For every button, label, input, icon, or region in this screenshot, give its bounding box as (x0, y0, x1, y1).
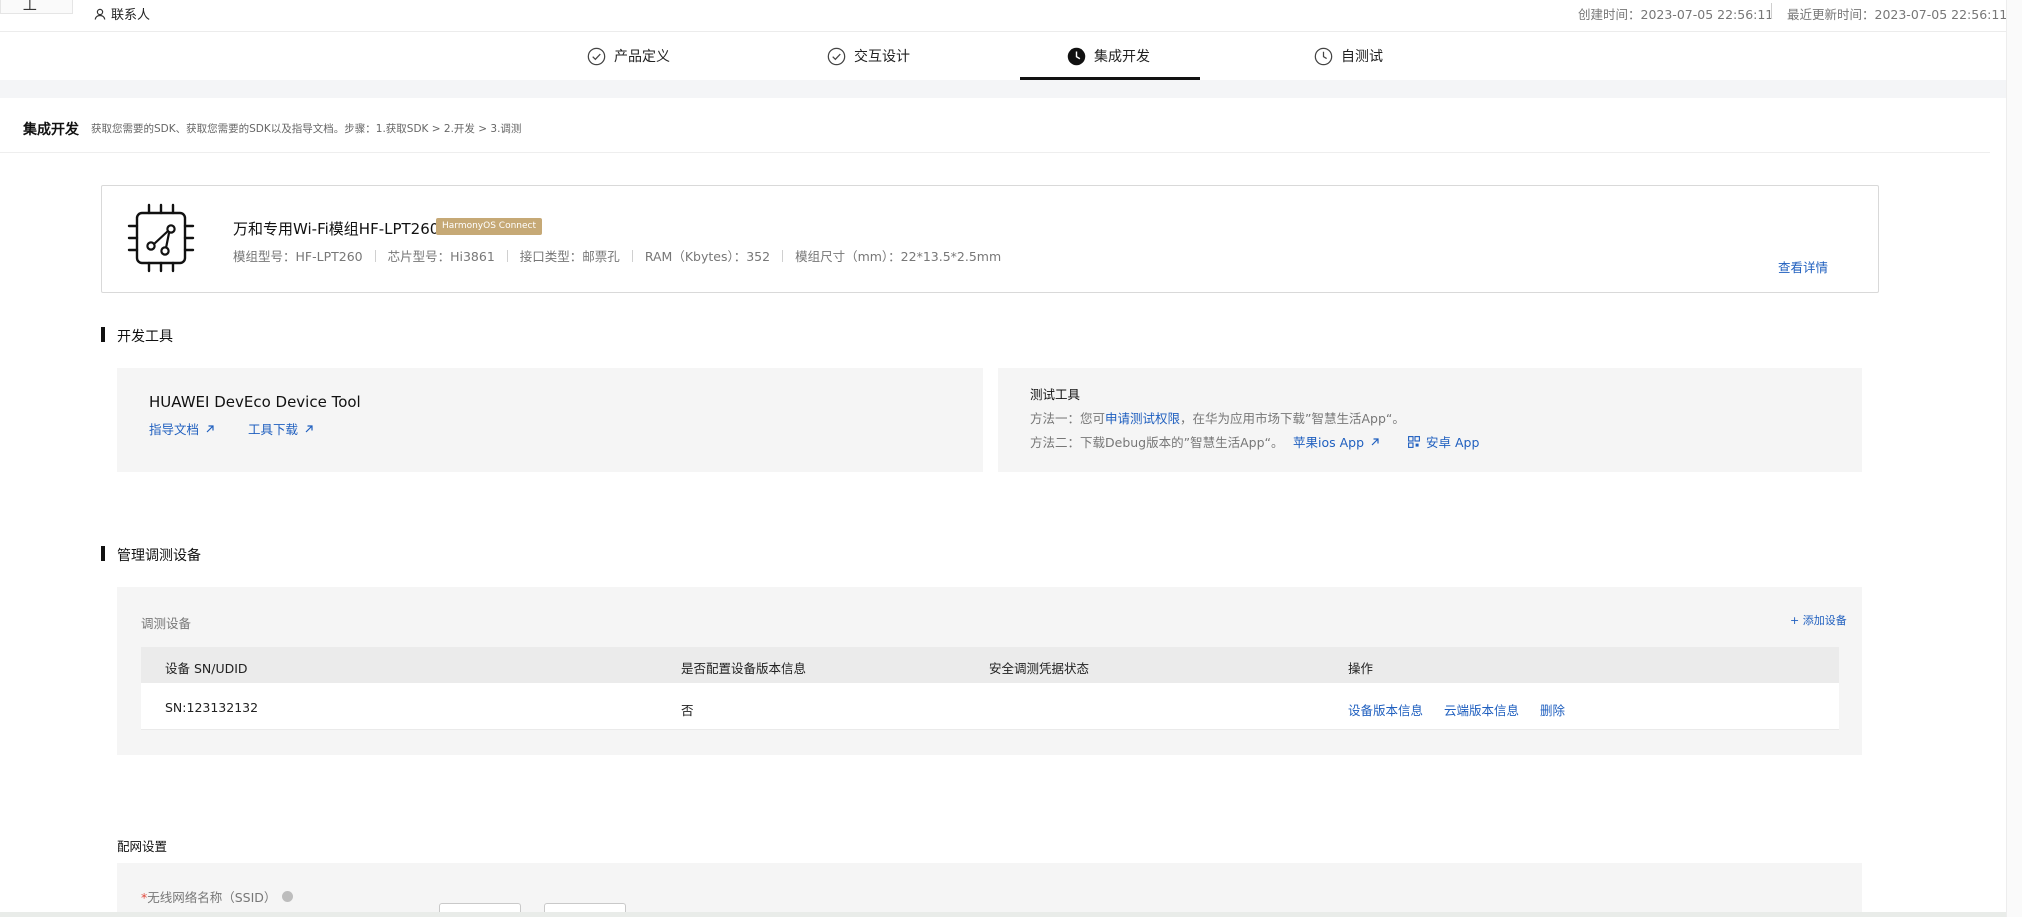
module-name: 万和专用Wi-Fi模组HF-LPT260 (233, 220, 440, 238)
tool-name: HUAWEI DevEco Device Tool (149, 393, 361, 411)
tool-download-label: 工具下载 (248, 422, 299, 437)
test-tool-title: 测试工具 (1030, 387, 1081, 402)
method-one-suffix: ，在华为应用市场下载”智慧生活App“。 (1180, 411, 1405, 426)
android-app-link[interactable]: 安卓 App (1408, 432, 1479, 451)
column-actions: 操作 (1348, 661, 1374, 676)
help-icon[interactable] (282, 891, 294, 902)
clock-icon (1314, 47, 1333, 65)
ios-app-label: 苹果ios App (1293, 435, 1365, 450)
deveco-tool-panel (117, 368, 983, 472)
check-circle-icon (587, 47, 606, 65)
external-link-icon (206, 424, 214, 432)
clock-filled-icon (1067, 47, 1086, 65)
column-sn: 设备 SN/UDID (165, 661, 248, 676)
external-link-icon (305, 424, 313, 432)
tab-integration-development[interactable]: 集成开发 (1067, 32, 1150, 80)
column-version-configured: 是否配置设备版本信息 (681, 661, 807, 676)
method-one: 方法一：您可 申请测试权限 ，在华为应用市场下载”智慧生活App“。 (1030, 408, 1405, 427)
ios-app-link[interactable]: 苹果ios App (1293, 432, 1380, 451)
apply-test-permission-link[interactable]: 申请测试权限 (1105, 408, 1180, 427)
chip-icon (127, 203, 195, 273)
device-sn: SN:123132132 (165, 700, 259, 715)
external-link-icon (1371, 437, 1379, 445)
method-one-prefix: 方法一：您可 (1030, 411, 1106, 426)
method-two: 方法二：下载Debug版本的”智慧生活App“。 (1030, 432, 1283, 451)
network-settings-title: 配网设置 (117, 839, 168, 854)
tab-label: 自测试 (1341, 49, 1383, 65)
tab-label: 产品定义 (614, 49, 670, 65)
contact-label: 联系人 (111, 8, 151, 23)
created-time: 创建时间：2023-07-05 22:56:11 (1578, 7, 1774, 22)
spec-model: 模组型号：HF-LPT260 (233, 249, 363, 264)
spec-interface: 接口类型：邮票孔 (519, 249, 620, 264)
spec-ram: RAM（Kbytes）：352 (644, 249, 771, 264)
vertical-scrollbar[interactable] (2006, 0, 2022, 917)
tab-self-test[interactable]: 自测试 (1314, 32, 1383, 80)
tab-product-definition[interactable]: 产品定义 (587, 32, 670, 80)
debug-devices-label: 调测设备 (141, 616, 192, 631)
menu-icon: ⊥ (22, 0, 38, 15)
step-tabs: 产品定义 交互设计 集成开发 自测试 (0, 32, 2006, 80)
page-title: 集成开发 (23, 122, 79, 138)
person-icon (94, 8, 106, 20)
network-settings-panel (117, 863, 1862, 917)
tool-download-link[interactable]: 工具下载 (248, 419, 314, 438)
dev-tools-title: 开发工具 (117, 329, 173, 345)
harmonyos-badge: HarmonyOS Connect (436, 218, 542, 235)
viewport-bottom-edge (0, 912, 2006, 917)
delete-device-link[interactable]: 删除 (1540, 700, 1565, 719)
spec-size: 模组尺寸（mm）：22*13.5*2.5mm (795, 249, 1002, 264)
tab-interaction-design[interactable]: 交互设计 (827, 32, 910, 80)
cloud-version-info-link[interactable]: 云端版本信息 (1444, 700, 1519, 719)
add-device-button[interactable]: + 添加设备 (1790, 612, 1847, 628)
ssid-label: 无线网络名称（SSID） (147, 890, 277, 905)
manage-devices-title: 管理调测设备 (117, 548, 201, 564)
section-marker (101, 327, 105, 342)
view-details-link[interactable]: 查看详情 (1778, 257, 1828, 276)
module-specs: 模组型号：HF-LPT260 芯片型号：Hi3861 接口类型：邮票孔 RAM（… (233, 246, 1001, 265)
meta-divider (1771, 3, 1772, 19)
device-version-info-link[interactable]: 设备版本信息 (1348, 700, 1423, 719)
table-row (141, 683, 1839, 730)
tab-label: 交互设计 (854, 49, 910, 65)
ssid-field-label: *无线网络名称（SSID） (141, 887, 294, 906)
module-card (101, 185, 1879, 293)
section-gap (0, 80, 2006, 98)
android-app-label: 安卓 App (1426, 435, 1480, 450)
guide-doc-link[interactable]: 指导文档 (149, 419, 215, 438)
method-two-text: 方法二：下载Debug版本的”智慧生活App“。 (1030, 435, 1284, 450)
check-circle-icon (827, 47, 846, 65)
column-credential-status: 安全调测凭据状态 (989, 661, 1090, 676)
updated-time: 最近更新时间：2023-07-05 22:56:11 (1787, 7, 2008, 22)
section-marker (101, 546, 105, 561)
guide-doc-label: 指导文档 (149, 422, 200, 437)
device-configured: 否 (681, 703, 694, 718)
tab-label: 集成开发 (1094, 49, 1150, 65)
page-description: 获取您需要的SDK、获取您需要的SDK以及指导文档。步骤：1.获取SDK > 2… (91, 123, 522, 135)
spec-chip: 芯片型号：Hi3861 (387, 249, 495, 264)
qrcode-icon (1408, 435, 1420, 448)
contact-link[interactable]: 联系人 (94, 4, 150, 23)
